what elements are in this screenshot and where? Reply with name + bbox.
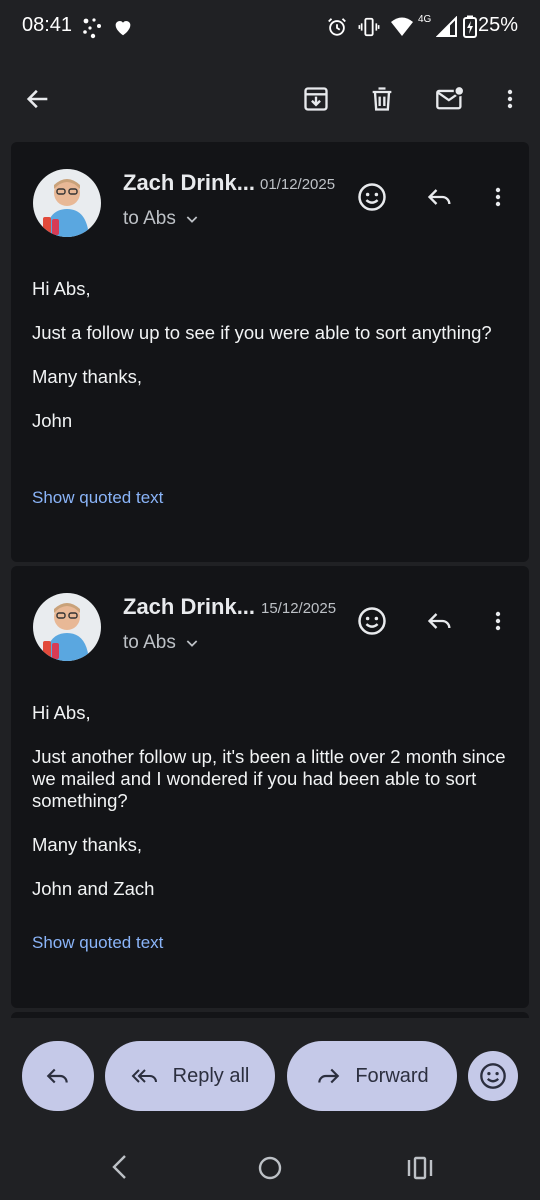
more-options-button[interactable] — [486, 75, 534, 123]
body-line: Many thanks, — [32, 834, 143, 855]
reply-all-button[interactable]: Reply all — [105, 1041, 275, 1111]
battery-percent: 25% — [477, 14, 518, 36]
battery-charging-icon — [463, 15, 477, 38]
reply-button[interactable] — [22, 1041, 94, 1111]
body-line: John — [32, 410, 73, 431]
body-line: Just a follow up to see if you were able… — [32, 322, 492, 343]
reply-icon — [427, 613, 451, 629]
message-body: Hi Abs, Just another follow up, it's bee… — [32, 702, 512, 922]
forward-icon — [318, 1068, 340, 1084]
nav-recents-icon[interactable] — [406, 1155, 434, 1181]
app-dots-icon — [83, 18, 101, 39]
avatar-photo — [33, 169, 101, 237]
message-date: 15/12/2025 — [261, 600, 337, 617]
emoji-icon — [480, 1063, 506, 1089]
message-more-button[interactable] — [476, 175, 520, 219]
body-line: John and Zach — [32, 878, 155, 899]
delete-icon — [372, 87, 392, 111]
reply-all-icon — [131, 1069, 157, 1083]
heart-icon — [115, 21, 131, 36]
vibrate-icon — [358, 17, 380, 37]
archive-icon — [304, 87, 328, 111]
react-button[interactable] — [350, 175, 394, 219]
forward-label: Forward — [355, 1064, 429, 1087]
body-line: Hi Abs, — [32, 278, 91, 299]
message-more-button[interactable] — [476, 599, 520, 643]
message-body: Hi Abs, Just a follow up to see if you w… — [32, 278, 512, 454]
emoji-icon — [358, 183, 386, 211]
show-quoted-link[interactable]: Show quoted text — [32, 933, 163, 953]
back-button[interactable] — [14, 75, 62, 123]
reply-button[interactable] — [418, 175, 462, 219]
react-button[interactable] — [350, 599, 394, 643]
body-line: Hi Abs, — [32, 702, 91, 723]
message-date: 01/12/2025 — [260, 176, 336, 193]
recipient-label: to Abs — [123, 632, 176, 653]
more-vert-icon — [495, 611, 501, 631]
nav-home-icon[interactable] — [257, 1155, 283, 1181]
more-vert-icon — [507, 89, 513, 109]
network-type: 4G — [418, 14, 432, 25]
mark-unread-icon — [436, 85, 465, 110]
chevron-down-icon — [186, 640, 198, 647]
message-card[interactable]: Zach Drink... 01/12/2025 to Abs Hi Abs, … — [11, 142, 529, 562]
action-bar: Reply all Forward — [0, 1018, 540, 1130]
status-bar: 08:41 4G 25% — [0, 0, 540, 56]
nav-back-icon[interactable] — [108, 1153, 132, 1181]
recipient-toggle[interactable]: to Abs — [123, 632, 200, 654]
mark-unread-button[interactable] — [426, 75, 474, 123]
emoji-icon — [358, 607, 386, 635]
react-button[interactable] — [468, 1051, 518, 1101]
reply-icon — [46, 1068, 68, 1084]
signal-icon — [436, 16, 457, 37]
body-line: Many thanks, — [32, 366, 143, 387]
back-arrow-icon — [26, 89, 48, 109]
sender-name: Zach Drink... — [123, 594, 256, 619]
avatar[interactable] — [33, 169, 101, 237]
sender-name: Zach Drink... — [123, 170, 256, 195]
recipient-label: to Abs — [123, 208, 176, 229]
body-line: Just another follow up, it's been a litt… — [32, 746, 506, 811]
chevron-down-icon — [186, 216, 198, 223]
reply-icon — [427, 189, 451, 205]
reply-button[interactable] — [418, 599, 462, 643]
show-quoted-link[interactable]: Show quoted text — [32, 488, 163, 508]
avatar-photo — [33, 593, 101, 661]
archive-button[interactable] — [292, 75, 340, 123]
more-vert-icon — [495, 187, 501, 207]
avatar[interactable] — [33, 593, 101, 661]
forward-button[interactable]: Forward — [287, 1041, 457, 1111]
system-nav-bar — [0, 1130, 540, 1200]
status-time: 08:41 — [22, 14, 73, 36]
alarm-icon — [328, 18, 346, 36]
delete-button[interactable] — [358, 75, 406, 123]
top-toolbar — [0, 56, 540, 142]
reply-all-label: Reply all — [172, 1064, 250, 1087]
message-card[interactable]: Zach Drink... 15/12/2025 to Abs Hi Abs, … — [11, 566, 529, 1008]
wifi-icon — [391, 17, 413, 36]
recipient-toggle[interactable]: to Abs — [123, 208, 200, 230]
